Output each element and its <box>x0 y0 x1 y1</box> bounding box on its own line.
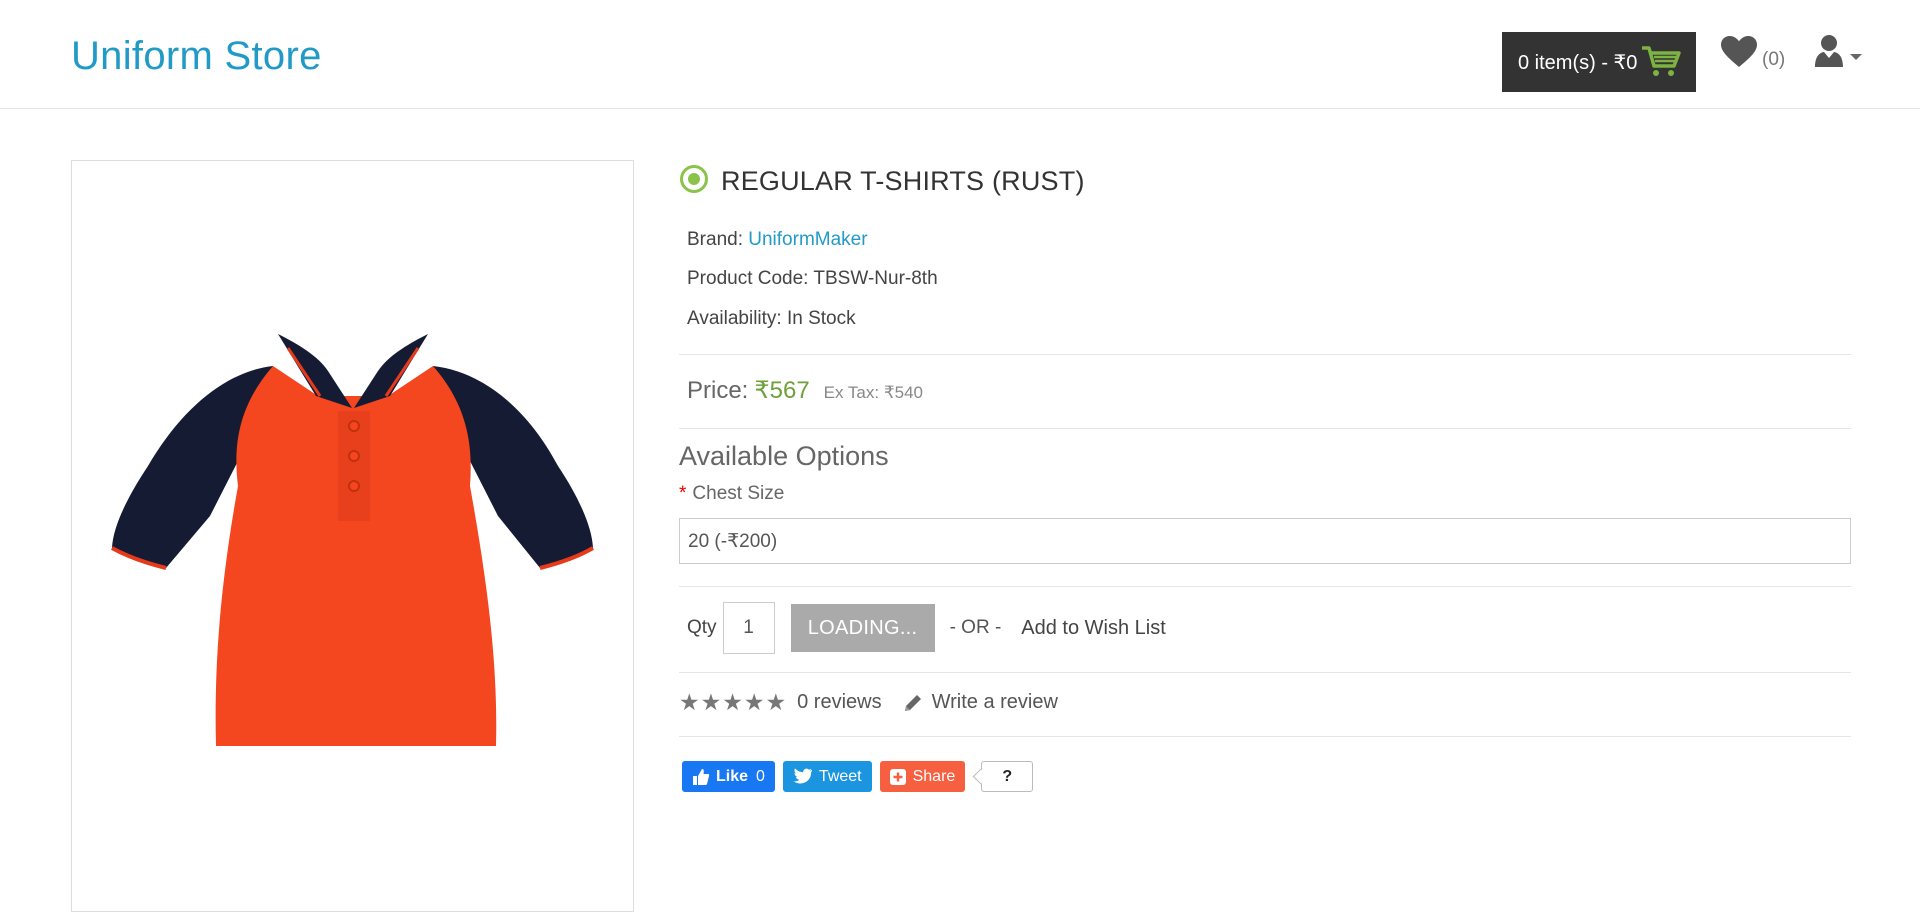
star-icon: ★ <box>679 689 700 715</box>
availability-label: Availability: <box>687 308 782 329</box>
cart-button[interactable]: 0 item(s) - ₹0 <box>1502 32 1696 92</box>
cart-icon <box>1640 44 1682 84</box>
write-review-label: Write a review <box>931 691 1058 713</box>
chevron-down-icon <box>1850 53 1862 60</box>
tweet-label: Tweet <box>818 767 862 785</box>
account-dropdown[interactable] <box>1814 34 1862 73</box>
brand-label: Brand: <box>687 229 743 250</box>
tweet-button[interactable]: Tweet <box>782 761 872 792</box>
required-mark: * <box>679 483 687 504</box>
divider <box>679 354 1851 355</box>
divider <box>679 586 1851 587</box>
product-title: REGULAR T-SHIRTS (RUST) <box>721 166 1085 196</box>
product-image-frame[interactable] <box>71 160 634 912</box>
code-value: TBSW-Nur-8th <box>813 268 938 289</box>
thumbs-up-icon <box>693 768 710 785</box>
brand-line: Brand: UniformMaker <box>687 229 868 251</box>
or-separator: - OR - <box>949 617 1002 638</box>
code-label: Product Code: <box>687 268 809 289</box>
brand-link[interactable]: UniformMaker <box>748 229 867 250</box>
star-icon: ★ <box>700 689 722 715</box>
ex-tax-price: Ex Tax: ₹540 <box>823 383 924 402</box>
wishlist-header-link[interactable]: (0) <box>1720 35 1785 74</box>
chest-size-select[interactable]: 20 (-₹200) <box>679 518 1851 564</box>
star-icon: ★ <box>743 689 765 715</box>
plus-box-icon <box>889 768 906 785</box>
site-header: Uniform Store 0 item(s) - ₹0 (0) <box>0 0 1920 109</box>
availability-value: In Stock <box>786 308 856 329</box>
social-share-bar: Like 0 Tweet Share ? <box>682 761 1034 792</box>
divider <box>679 672 1851 673</box>
user-icon <box>1814 34 1844 73</box>
share-button[interactable]: Share <box>879 761 966 792</box>
qty-label: Qty <box>687 617 717 638</box>
options-heading: Available Options <box>679 441 889 471</box>
chest-size-label: * Chest Size <box>679 483 784 505</box>
heart-icon <box>1720 35 1758 74</box>
star-icon: ★ <box>722 689 743 715</box>
share-label: Share <box>912 767 956 785</box>
quantity-input[interactable]: 1 <box>722 602 775 654</box>
star-icon: ★ <box>765 689 787 715</box>
reviews-count-link[interactable]: 0 reviews <box>797 691 881 714</box>
like-count: 0 <box>756 767 765 785</box>
product-image <box>110 334 594 746</box>
review-row: ★ ★ ★ ★ ★ 0 reviews Write a review <box>679 691 1058 714</box>
write-review-link[interactable]: Write a review <box>902 691 1058 714</box>
product-code-line: Product Code: TBSW-Nur-8th <box>687 268 938 290</box>
like-label: Like <box>716 767 749 785</box>
wishlist-count: (0) <box>1762 49 1786 70</box>
add-to-cart-button[interactable]: LOADING... <box>790 604 935 652</box>
stock-indicator-icon <box>679 164 709 199</box>
add-to-wishlist-button[interactable]: Add to Wish List <box>1021 617 1166 640</box>
availability-line: Availability: In Stock <box>687 308 856 330</box>
price-label: Price: <box>687 377 749 404</box>
store-logo[interactable]: Uniform Store <box>71 34 322 79</box>
divider <box>679 736 1851 737</box>
pencil-icon <box>904 694 921 711</box>
share-count-bubble: ? <box>981 761 1034 792</box>
cart-summary: 0 item(s) - ₹0 <box>1518 51 1638 74</box>
chest-size-label-text: Chest Size <box>692 483 785 504</box>
facebook-like-button[interactable]: Like 0 <box>682 761 775 792</box>
product-title-row: REGULAR T-SHIRTS (RUST) <box>679 164 1085 199</box>
rating-stars: ★ ★ ★ ★ ★ <box>679 691 787 714</box>
price-row: Price: ₹567 Ex Tax: ₹540 <box>687 376 923 405</box>
price-value: ₹567 <box>754 377 810 404</box>
purchase-row: Qty 1 LOADING... - OR - Add to Wish List <box>687 602 1166 654</box>
twitter-icon <box>793 768 813 784</box>
divider <box>679 428 1851 429</box>
